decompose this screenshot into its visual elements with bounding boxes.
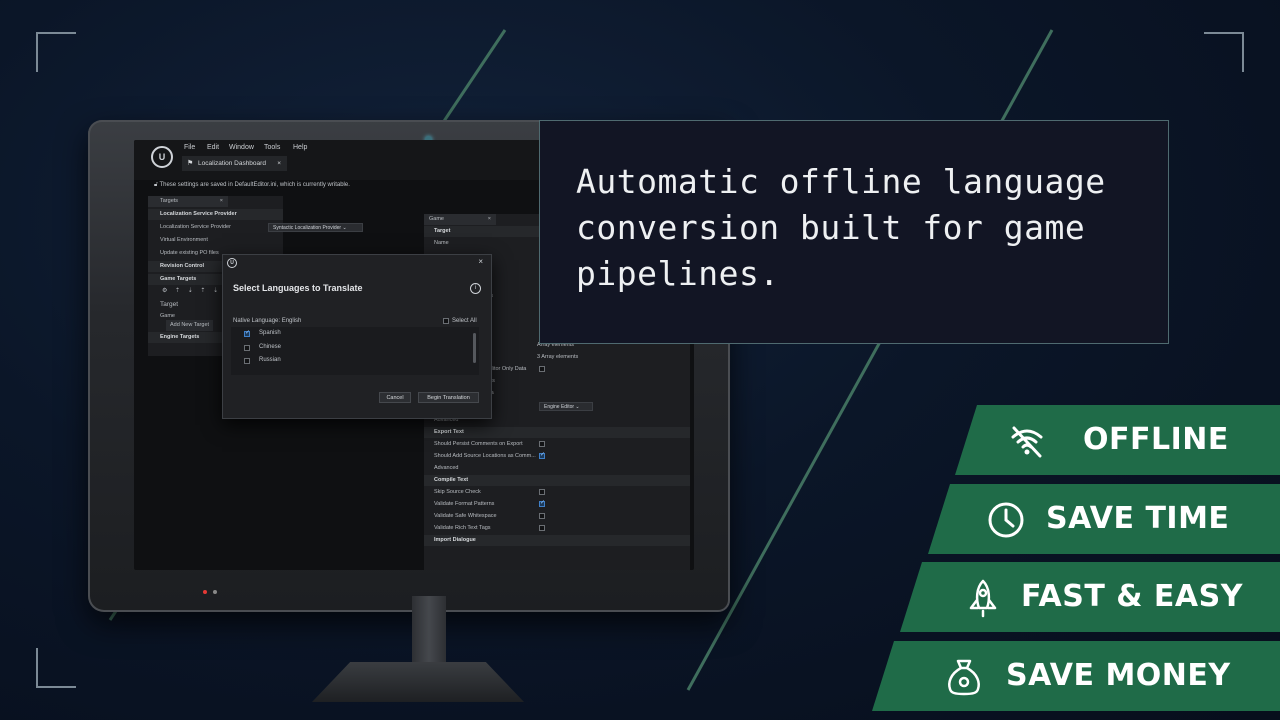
service-provider-dropdown[interactable]: Syntactic Localization Provider ⌄: [268, 223, 363, 232]
dialog-title: Select Languages to Translate: [233, 283, 363, 293]
clock-icon: [988, 502, 1024, 538]
target-toolbar-icons[interactable]: ⚙ ⇡ ⇣ ⇡ ⇣: [148, 286, 221, 297]
feature-label-save-time: SAVE TIME: [1046, 501, 1230, 536]
tab-game[interactable]: Game ×: [424, 214, 496, 225]
feature-label-offline: OFFLINE: [1083, 422, 1229, 457]
cancel-button[interactable]: Cancel: [379, 392, 411, 403]
persist-comments-label: Should Persist Comments on Export: [434, 441, 523, 447]
engine-option: Engine: [544, 404, 560, 410]
section-compile-text[interactable]: Compile Text: [424, 475, 690, 486]
language-item-spanish[interactable]: Spanish: [259, 330, 281, 336]
section-service-provider-label: Localization Service Provider: [160, 211, 237, 217]
section-import-dialogue[interactable]: Import Dialogue: [424, 535, 690, 546]
add-source-checkbox[interactable]: [539, 451, 545, 459]
skip-source-label: Skip Source Check: [434, 489, 481, 495]
feature-badge-save-time: SAVE TIME: [928, 484, 1280, 554]
section-compile-text-label: Compile Text: [434, 477, 469, 483]
headline-text: Automatic offline language conversion bu…: [576, 162, 1106, 293]
persist-comments-checkbox[interactable]: [539, 441, 545, 447]
game-close-icon[interactable]: ×: [488, 214, 491, 225]
service-provider-value: Syntactic Localization Provider: [273, 225, 342, 231]
select-all-label: Select All: [452, 318, 477, 324]
section-revision-label: Revision Control: [160, 263, 205, 269]
notice-text: These settings are saved in DefaultEdito…: [159, 182, 350, 188]
frame-corner-top-right: [1204, 32, 1244, 72]
info-icon[interactable]: i: [470, 283, 481, 294]
update-po-label: Update existing PO files: [160, 250, 219, 256]
wifi-off-icon: [1011, 426, 1043, 458]
tab-close-icon[interactable]: ×: [277, 156, 281, 171]
language-item-chinese[interactable]: Chinese: [259, 344, 281, 350]
headline-callout: Automatic offline language conversion bu…: [539, 120, 1169, 344]
feature-label-fast-easy: FAST & EASY: [1021, 579, 1243, 614]
add-source-label: Should Add Source Locations as Comm...: [434, 453, 536, 459]
skip-source-checkbox[interactable]: [539, 489, 545, 495]
section-engine-targets-label: Engine Targets: [160, 334, 200, 340]
dialog-logo-icon: U: [227, 258, 237, 268]
select-languages-dialog: U × Select Languages to Translate i Nati…: [222, 254, 492, 419]
dialog-close-icon[interactable]: ×: [478, 257, 483, 266]
validate-whitespace-label: Validate Safe Whitespace: [434, 513, 497, 519]
feature-badge-offline: OFFLINE: [955, 405, 1280, 475]
name-label: Name: [434, 240, 449, 246]
target-column-header: Target: [160, 301, 179, 308]
validate-whitespace-checkbox[interactable]: [539, 513, 545, 519]
tab-game-label: Game: [429, 216, 444, 222]
tab-targets-label: Targets: [160, 198, 179, 204]
validate-rich-checkbox[interactable]: [539, 525, 545, 531]
select-all-checkbox[interactable]: [443, 318, 449, 324]
engine-logo-icon: U: [151, 146, 173, 168]
language-list: Spanish Chinese Russian: [231, 327, 479, 375]
menu-edit[interactable]: Edit: [207, 144, 219, 151]
add-new-target-button[interactable]: Add New Target: [166, 320, 214, 331]
section-import-dialogue-label: Import Dialogue: [434, 537, 476, 543]
section-game-targets-label: Game Targets: [160, 276, 197, 282]
tab-localization-dashboard[interactable]: ⚑ Localization Dashboard ×: [182, 156, 287, 171]
editor-option: Editor: [560, 404, 575, 410]
validate-format-checkbox[interactable]: [539, 499, 545, 507]
chevron-down-icon: ⌄: [342, 225, 347, 231]
feature-label-save-money: SAVE MONEY: [1006, 658, 1231, 693]
virtual-environment-label: Virtual Environment: [160, 237, 208, 243]
language-checkbox-chinese[interactable]: [244, 345, 250, 351]
section-target-label: Target: [434, 228, 451, 234]
advanced-toggle-2[interactable]: Advanced: [424, 463, 458, 474]
language-item-russian[interactable]: Russian: [259, 357, 281, 363]
editor-only-data-checkbox[interactable]: [539, 366, 545, 372]
targets-close-icon[interactable]: ×: [220, 196, 223, 207]
language-checkbox-spanish[interactable]: [244, 329, 250, 337]
chevron-down-icon: ⌄: [575, 404, 580, 410]
section-service-provider[interactable]: Localization Service Provider: [148, 209, 283, 220]
native-language-label: Native Language: English: [233, 318, 302, 324]
power-led: [203, 590, 207, 594]
section-export-text-label: Export Text: [434, 429, 464, 435]
feature-badge-save-money: SAVE MONEY: [872, 641, 1280, 711]
language-list-scrollbar[interactable]: [473, 333, 476, 363]
menu-window[interactable]: Window: [229, 144, 254, 151]
tab-targets[interactable]: Targets ×: [148, 196, 228, 207]
status-led: [213, 590, 217, 594]
engine-editor-dropdown[interactable]: Engine Editor ⌄: [539, 402, 593, 411]
frame-corner-bottom-left: [36, 648, 76, 688]
rocket-icon: [969, 579, 997, 618]
feature-badge-fast-easy: FAST & EASY: [900, 562, 1280, 632]
validate-format-label: Validate Format Patterns: [434, 501, 495, 507]
money-bag-icon: [948, 659, 980, 696]
validate-rich-label: Validate Rich Text Tags: [434, 525, 491, 531]
writable-notice: 🔓︎ These settings are saved in DefaultEd…: [154, 182, 350, 189]
section-export-text[interactable]: Export Text: [424, 427, 690, 438]
frame-corner-top-left: [36, 32, 76, 72]
flag-icon: ⚑: [187, 160, 194, 167]
service-provider-label: Localization Service Provider: [160, 224, 231, 230]
menu-tools[interactable]: Tools: [264, 144, 280, 151]
monitor-stand-neck: [412, 596, 446, 668]
menu-help[interactable]: Help: [293, 144, 307, 151]
language-checkbox-russian[interactable]: [244, 358, 250, 364]
menu-file[interactable]: File: [184, 144, 195, 151]
begin-translation-button[interactable]: Begin Translation: [418, 392, 479, 403]
tab-title: Localization Dashboard: [198, 160, 266, 167]
